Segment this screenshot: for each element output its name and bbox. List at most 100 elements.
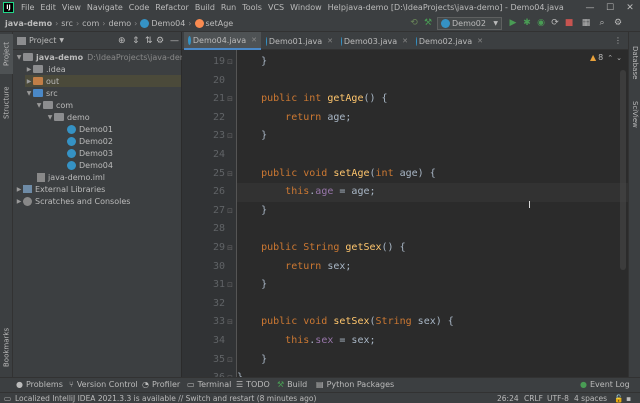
tab-demo01[interactable]: Demo01.java ✕ [262, 32, 337, 50]
chevron-down-icon[interactable]: ⌄ [616, 54, 622, 62]
tree-item-idea[interactable]: ▶ .idea [25, 63, 66, 75]
code-line[interactable]: } [237, 127, 628, 146]
memory-indicator-icon[interactable]: ▪ [626, 393, 631, 403]
breadcrumb-method[interactable]: setAge [193, 18, 236, 28]
project-structure-icon[interactable]: ▦ [580, 17, 592, 29]
breadcrumb-com[interactable]: com [80, 19, 101, 28]
code-line[interactable]: return sex; [237, 258, 628, 277]
profile-icon[interactable]: ⟳ [549, 17, 561, 29]
breadcrumb-class[interactable]: Demo04 [138, 18, 187, 28]
event-log-tool-button[interactable]: ● Event Log [580, 378, 630, 391]
code-line[interactable] [237, 295, 628, 314]
sciview-tool-tab[interactable]: SciView [629, 94, 640, 134]
tree-item-iml[interactable]: java-demo.iml [37, 171, 105, 183]
fold-marker-icon[interactable]: ⊡ [226, 351, 234, 369]
fold-marker-icon[interactable]: ⊟ [226, 90, 234, 108]
code-line[interactable]: return age; [237, 109, 628, 128]
structure-tool-tab[interactable]: Structure [0, 80, 13, 126]
menu-code[interactable]: Code [126, 3, 152, 12]
menu-refactor[interactable]: Refactor [152, 3, 192, 12]
tree-item-demo03[interactable]: Demo03 [67, 147, 113, 159]
code-line[interactable]: public int getAge() { [237, 90, 628, 109]
hide-panel-icon[interactable]: — [170, 36, 179, 46]
menu-navigate[interactable]: Navigate [84, 3, 126, 12]
menu-tools[interactable]: Tools [239, 3, 265, 12]
status-message[interactable]: Localized IntelliJ IDEA 2021.3.3 is avai… [15, 393, 316, 403]
settings-gear-icon[interactable]: ⚙ [612, 17, 624, 29]
tree-item-src[interactable]: ▼ src [25, 87, 58, 99]
menu-view[interactable]: View [59, 3, 84, 12]
expand-all-icon[interactable]: ⇕ [132, 36, 140, 46]
code-editor[interactable]: } public int getAge() { return age; } pu… [237, 50, 628, 377]
project-view-select[interactable]: Project [29, 36, 56, 45]
bookmarks-tool-tab[interactable]: Bookmarks [0, 322, 13, 372]
run-icon[interactable]: ▶ [507, 17, 519, 29]
profiler-tool-button[interactable]: ◔ Profiler [142, 378, 180, 391]
menu-edit[interactable]: Edit [37, 3, 59, 12]
close-tab-icon[interactable]: ✕ [402, 37, 408, 45]
todo-tool-button[interactable]: ☰ TODO [236, 378, 270, 391]
line-separator[interactable]: CRLF [524, 393, 543, 403]
tab-overflow-icon[interactable]: ⋮ [614, 36, 622, 45]
breadcrumb-project[interactable]: java-demo [3, 19, 54, 28]
database-tool-tab[interactable]: Database [629, 40, 640, 86]
minimize-icon[interactable]: — [580, 0, 600, 15]
indent-setting[interactable]: 4 spaces [574, 393, 607, 403]
tree-item-scratches[interactable]: ▶ Scratches and Consoles [15, 195, 130, 207]
python-packages-tool-button[interactable]: ▤ Python Packages [316, 378, 394, 391]
fold-marker-icon[interactable]: ⊡ [226, 127, 234, 145]
terminal-tool-button[interactable]: ▭ Terminal [187, 378, 231, 391]
maximize-icon[interactable]: ☐ [600, 0, 620, 15]
tab-demo03[interactable]: Demo03.java ✕ [337, 32, 412, 50]
caret-position[interactable]: 26:24 [497, 393, 519, 403]
code-line[interactable] [237, 220, 628, 239]
stop-icon[interactable]: ■ [563, 17, 575, 29]
menu-window[interactable]: Window [287, 3, 325, 12]
inspection-widget[interactable]: ▲ 8 ⌃ ⌄ [590, 53, 622, 62]
problems-tool-button[interactable]: ● Problems [16, 378, 63, 391]
options-gear-icon[interactable]: ⚙ [156, 36, 164, 46]
close-icon[interactable]: ✕ [620, 0, 640, 15]
build-hammer-icon[interactable]: ⚒ [422, 17, 434, 29]
close-tab-icon[interactable]: ✕ [477, 37, 483, 45]
menu-file[interactable]: File [18, 3, 37, 12]
chevron-up-icon[interactable]: ⌃ [607, 54, 613, 62]
tab-demo02[interactable]: Demo02.java ✕ [412, 32, 487, 50]
menu-build[interactable]: Build [192, 3, 218, 12]
tree-item-demo04[interactable]: Demo04 [67, 159, 113, 171]
version-control-tool-button[interactable]: ⑂ Version Control [69, 378, 138, 391]
code-line-current[interactable]: this.age = age; [237, 183, 628, 202]
fold-marker-icon[interactable]: ⊡ [226, 202, 234, 220]
tree-item-demo[interactable]: ▼ demo [46, 111, 90, 123]
code-line[interactable]: } [237, 369, 628, 377]
tree-item-demo01[interactable]: Demo01 [67, 123, 113, 135]
build-tool-button[interactable]: ⚒ Build [277, 378, 307, 391]
debug-icon[interactable]: ✱ [521, 17, 533, 29]
menu-vcs[interactable]: VCS [265, 3, 287, 12]
vcs-update-icon[interactable]: ⟲ [408, 17, 420, 29]
editor-scrollbar[interactable] [620, 70, 626, 270]
chevron-down-icon[interactable]: ▼ [59, 37, 64, 44]
breadcrumb-demo[interactable]: demo [106, 19, 133, 28]
close-tab-icon[interactable]: ✕ [251, 36, 257, 44]
lock-icon[interactable]: 🔓 [614, 393, 623, 403]
code-line[interactable]: } [237, 276, 628, 295]
code-line[interactable]: public void setSex(String sex) { [237, 313, 628, 332]
code-line[interactable]: } [237, 351, 628, 370]
coverage-icon[interactable]: ◉ [535, 17, 547, 29]
code-line[interactable]: this.sex = sex; [237, 332, 628, 351]
file-encoding[interactable]: UTF-8 [547, 393, 569, 403]
menu-run[interactable]: Run [218, 3, 239, 12]
breadcrumb-src[interactable]: src [59, 19, 75, 28]
fold-marker-icon[interactable]: ⊟ [226, 313, 234, 331]
tab-demo04[interactable]: Demo04.java ✕ [184, 32, 261, 50]
close-tab-icon[interactable]: ✕ [327, 37, 333, 45]
code-line[interactable]: public void setAge(int age) { [237, 165, 628, 184]
fold-marker-icon[interactable]: ⊡ [226, 276, 234, 294]
tree-item-root[interactable]: ▼ java-demo D:\IdeaProjects\java-demo [15, 51, 193, 63]
search-everywhere-icon[interactable]: ⌕ [596, 17, 608, 29]
fold-marker-icon[interactable]: ⊡ [226, 53, 234, 71]
fold-marker-icon[interactable]: ⊟ [226, 165, 234, 183]
code-line[interactable] [237, 146, 628, 165]
code-line[interactable] [237, 72, 628, 91]
